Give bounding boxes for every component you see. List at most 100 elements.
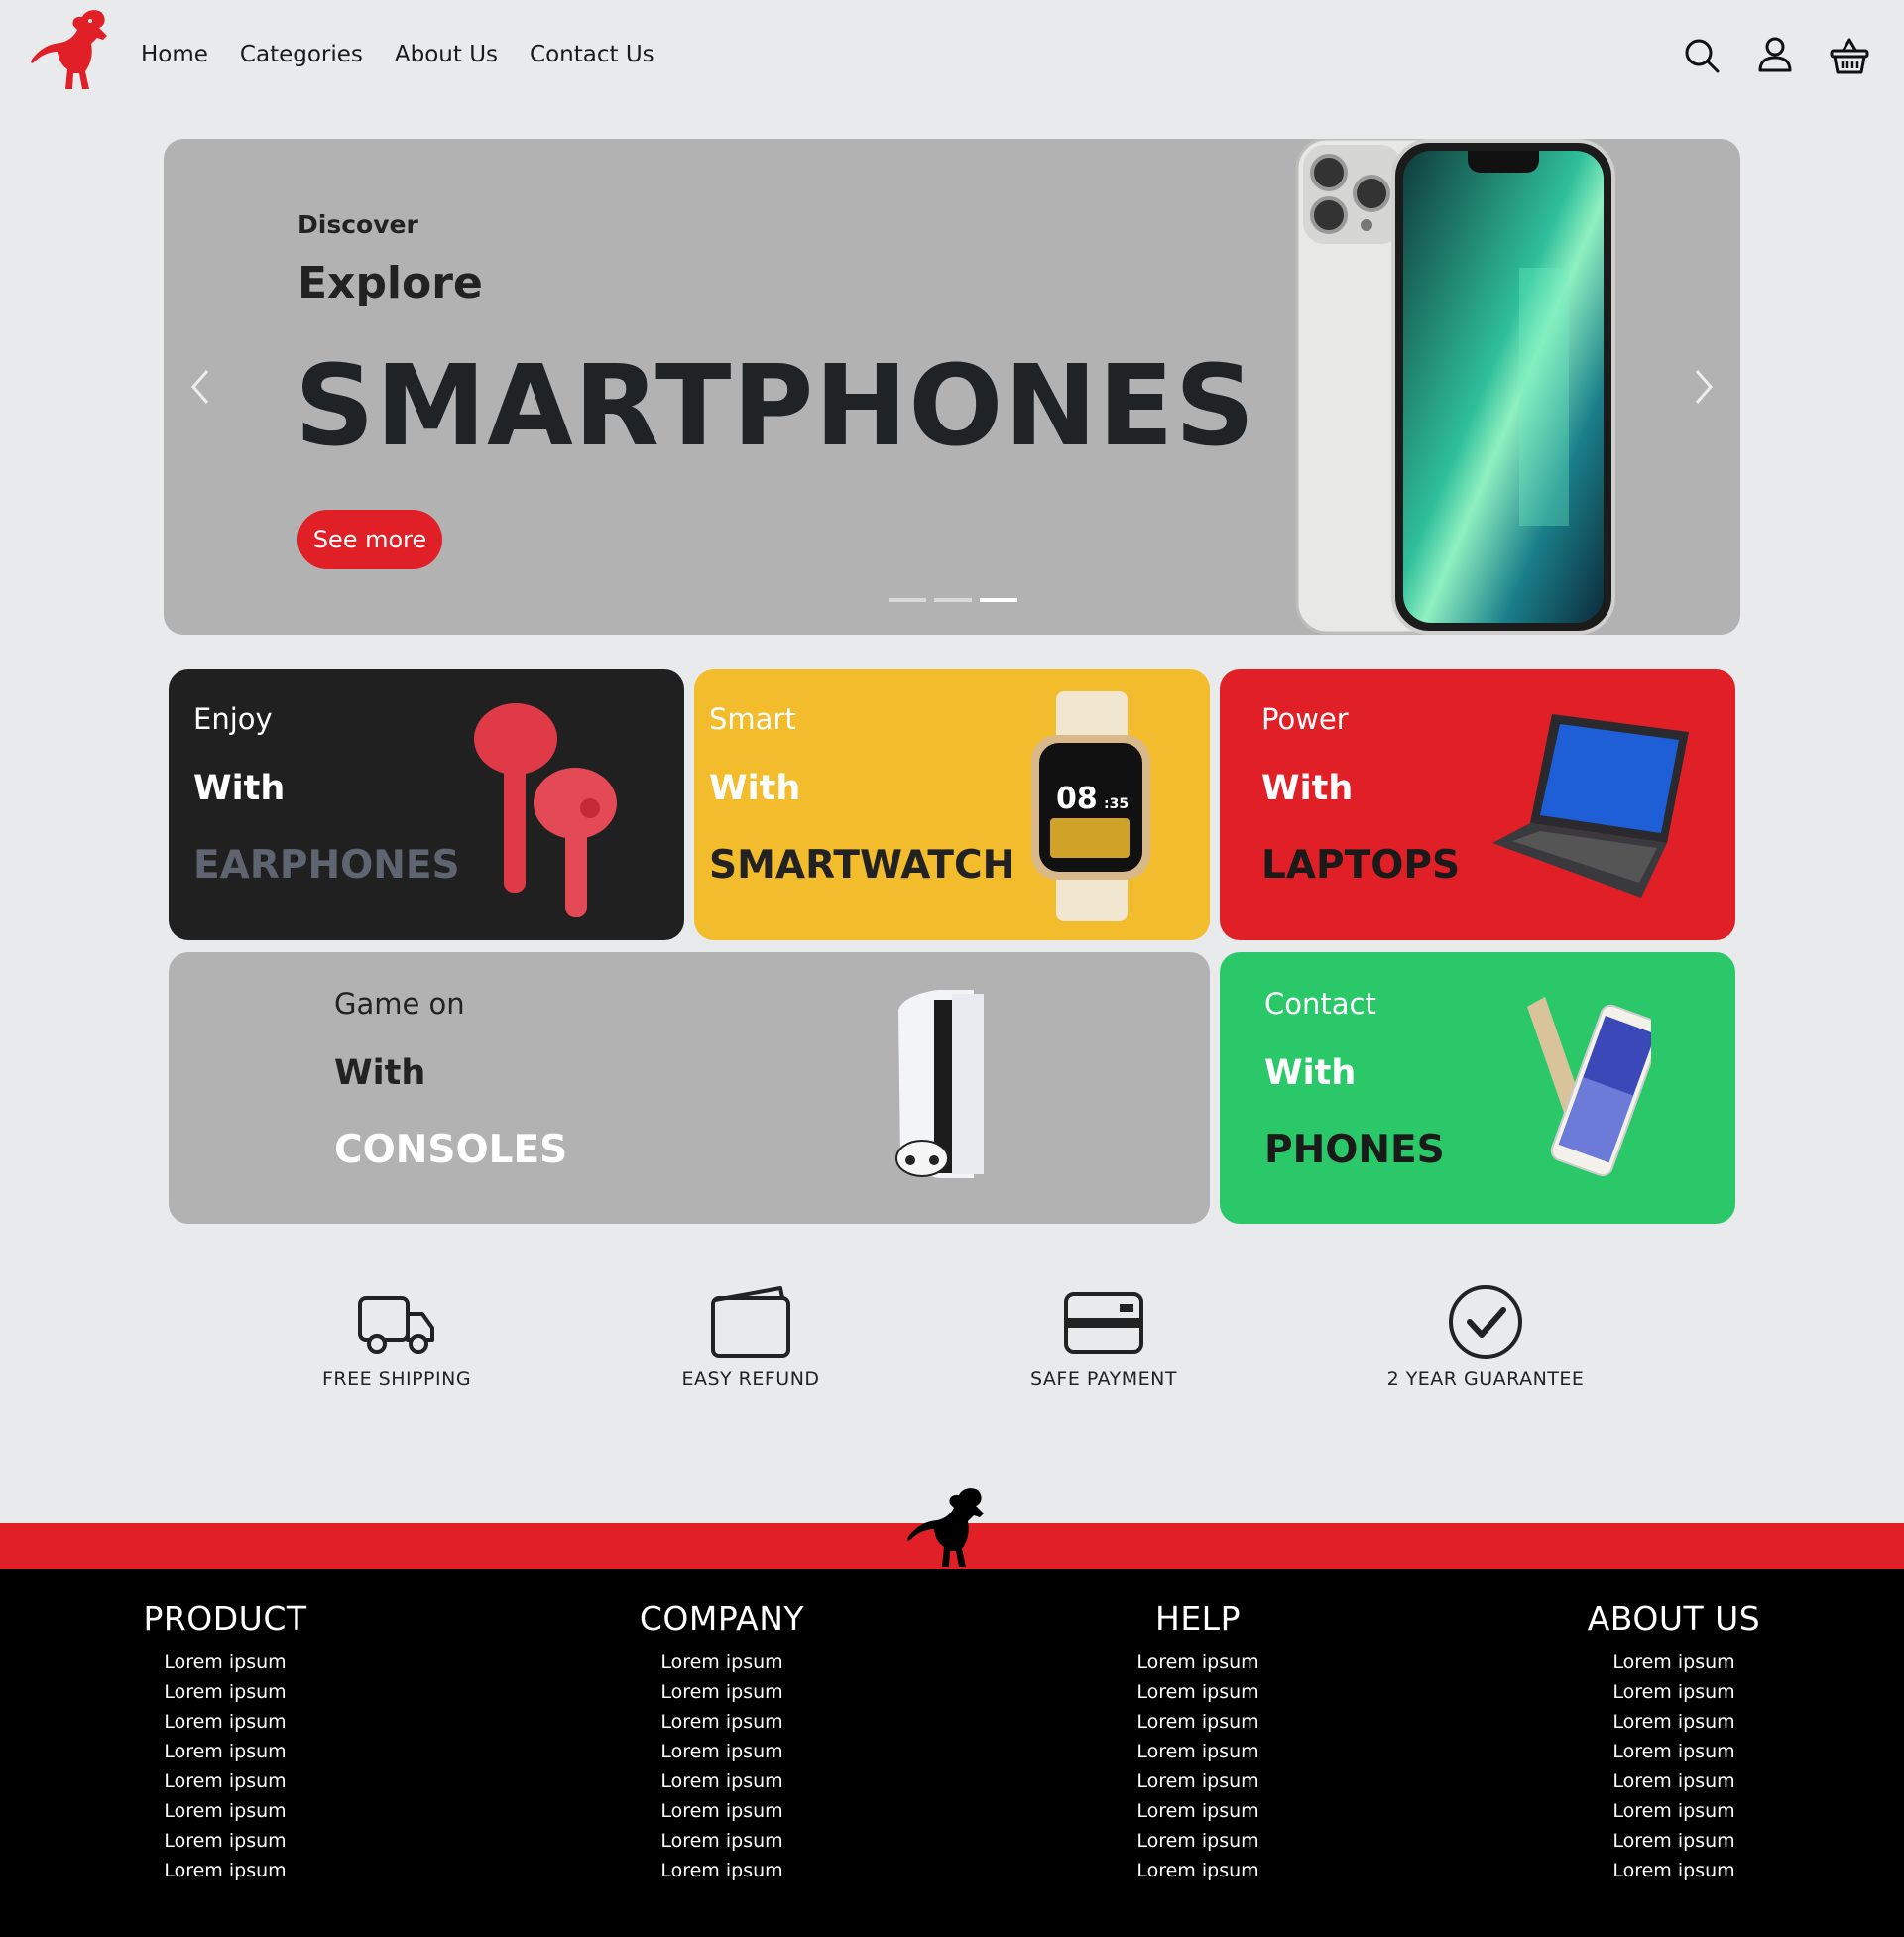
footer-link[interactable]: Lorem ipsum [593, 1707, 851, 1737]
footer-link[interactable]: Lorem ipsum [1545, 1796, 1803, 1826]
card-line-3: EARPHONES [193, 843, 460, 888]
carousel-dot[interactable] [889, 598, 926, 602]
hero-carousel: Discover Explore SMARTPHONES See more [164, 139, 1740, 635]
footer-link[interactable]: Lorem ipsum [1545, 1737, 1803, 1766]
basket-icon[interactable] [1829, 36, 1870, 75]
phones-image [1527, 997, 1651, 1177]
nav-actions [1682, 36, 1870, 75]
footer-column-help: HELP Lorem ipsum Lorem ipsum Lorem ipsum… [1069, 1599, 1327, 1885]
carousel-dot-active[interactable] [980, 598, 1017, 602]
watch-time-hours: 08 [1056, 782, 1098, 816]
hero-subtitle: Explore [298, 258, 483, 308]
footer-link[interactable]: Lorem ipsum [593, 1677, 851, 1707]
footer-link[interactable]: Lorem ipsum [1069, 1766, 1327, 1796]
card-line-3: LAPTOPS [1261, 843, 1461, 888]
search-icon[interactable] [1682, 36, 1722, 75]
footer-heading: ABOUT US [1587, 1599, 1761, 1637]
footer-link[interactable]: Lorem ipsum [96, 1766, 354, 1796]
card-line-2: With [334, 1053, 426, 1093]
card-line-1: Contact [1264, 987, 1376, 1021]
top-nav: Home Categories About Us Contact Us [0, 0, 1904, 117]
card-line-2: With [709, 769, 801, 808]
footer-link[interactable]: Lorem ipsum [96, 1647, 354, 1677]
footer-link[interactable]: Lorem ipsum [593, 1766, 851, 1796]
category-card-laptops[interactable]: Power With LAPTOPS [1220, 669, 1735, 940]
feature-label: SAFE PAYMENT [1030, 1368, 1177, 1390]
nav-categories-link[interactable]: Categories [240, 42, 363, 67]
main-nav: Home Categories About Us Contact Us [141, 42, 654, 67]
category-card-consoles[interactable]: Game on With CONSOLES [169, 952, 1210, 1224]
hero-headline: SMARTPHONES [295, 342, 1256, 471]
footer-link[interactable]: Lorem ipsum [1069, 1826, 1327, 1856]
dinosaur-logo-icon [907, 1488, 984, 1567]
feature-label: 2 YEAR GUARANTEE [1386, 1368, 1585, 1390]
footer-link[interactable]: Lorem ipsum [1069, 1796, 1327, 1826]
feature-safe-payment: SAFE PAYMENT [975, 1284, 1233, 1390]
card-line-2: With [1264, 1053, 1357, 1093]
features-row: FREE SHIPPING EASY REFUND SAFE PAYMENT 2… [0, 1284, 1904, 1403]
footer-column-about: ABOUT US Lorem ipsum Lorem ipsum Lorem i… [1545, 1599, 1803, 1885]
nav-about-link[interactable]: About Us [395, 42, 498, 67]
truck-icon [358, 1296, 434, 1354]
card-line-1: Smart [709, 702, 796, 736]
see-more-button[interactable]: See more [298, 510, 442, 569]
footer-link[interactable]: Lorem ipsum [1069, 1737, 1327, 1766]
footer-link[interactable]: Lorem ipsum [1069, 1647, 1327, 1677]
card-line-2: With [193, 769, 286, 808]
footer-link[interactable]: Lorem ipsum [1545, 1677, 1803, 1707]
user-icon[interactable] [1755, 36, 1795, 75]
category-card-phones[interactable]: Contact With PHONES [1220, 952, 1735, 1224]
footer-link[interactable]: Lorem ipsum [1069, 1856, 1327, 1885]
footer-column-product: PRODUCT Lorem ipsum Lorem ipsum Lorem ip… [96, 1599, 354, 1885]
footer-heading: PRODUCT [143, 1599, 307, 1637]
feature-guarantee: 2 YEAR GUARANTEE [1357, 1284, 1614, 1390]
card-line-1: Enjoy [193, 702, 273, 736]
earphones-image [474, 703, 617, 917]
footer-link[interactable]: Lorem ipsum [96, 1737, 354, 1766]
footer-link[interactable]: Lorem ipsum [1069, 1677, 1327, 1707]
footer-link[interactable]: Lorem ipsum [593, 1826, 851, 1856]
footer-link[interactable]: Lorem ipsum [593, 1647, 851, 1677]
wallet-icon [711, 1286, 790, 1358]
footer-link[interactable]: Lorem ipsum [96, 1707, 354, 1737]
carousel-next-icon[interactable] [1689, 365, 1719, 409]
smartphone-image [1295, 139, 1615, 635]
carousel-dot[interactable] [934, 598, 972, 602]
category-card-smartwatch[interactable]: Smart With SMARTWATCH 08 :35 [694, 669, 1210, 940]
category-card-earphones[interactable]: Enjoy With EARPHONES [169, 669, 684, 940]
feature-free-shipping: FREE SHIPPING [268, 1284, 526, 1390]
card-line-1: Power [1261, 702, 1349, 736]
dinosaur-logo-icon[interactable] [28, 8, 111, 93]
footer-link[interactable]: Lorem ipsum [96, 1826, 354, 1856]
card-line-3: SMARTWATCH [709, 843, 1015, 888]
carousel-indicators [889, 598, 1017, 602]
smartwatch-image: 08 :35 [1031, 691, 1150, 921]
footer-link[interactable]: Lorem ipsum [1545, 1647, 1803, 1677]
footer-link[interactable]: Lorem ipsum [96, 1856, 354, 1885]
footer-link[interactable]: Lorem ipsum [593, 1856, 851, 1885]
card-line-3: PHONES [1264, 1128, 1445, 1172]
footer-heading: COMPANY [639, 1599, 805, 1637]
card-line-1: Game on [334, 987, 465, 1021]
footer-link[interactable]: Lorem ipsum [593, 1737, 851, 1766]
laptop-image [1492, 714, 1689, 898]
hero-eyebrow: Discover [298, 210, 418, 239]
credit-card-icon [1064, 1292, 1143, 1354]
carousel-prev-icon[interactable] [185, 365, 215, 409]
footer-link[interactable]: Lorem ipsum [593, 1796, 851, 1826]
footer-link[interactable]: Lorem ipsum [1545, 1766, 1803, 1796]
feature-label: FREE SHIPPING [321, 1368, 472, 1390]
footer-link[interactable]: Lorem ipsum [1545, 1856, 1803, 1885]
footer-link[interactable]: Lorem ipsum [1545, 1826, 1803, 1856]
footer-link[interactable]: Lorem ipsum [1545, 1707, 1803, 1737]
footer-link[interactable]: Lorem ipsum [96, 1677, 354, 1707]
card-line-2: With [1261, 769, 1354, 808]
footer-link[interactable]: Lorem ipsum [96, 1796, 354, 1826]
nav-home-link[interactable]: Home [141, 42, 208, 67]
card-line-3: CONSOLES [334, 1128, 568, 1172]
check-circle-icon [1449, 1285, 1522, 1359]
feature-easy-refund: EASY REFUND [622, 1284, 880, 1390]
nav-contact-link[interactable]: Contact Us [530, 42, 654, 67]
footer-link[interactable]: Lorem ipsum [1069, 1707, 1327, 1737]
watch-time-minutes: :35 [1104, 796, 1129, 812]
